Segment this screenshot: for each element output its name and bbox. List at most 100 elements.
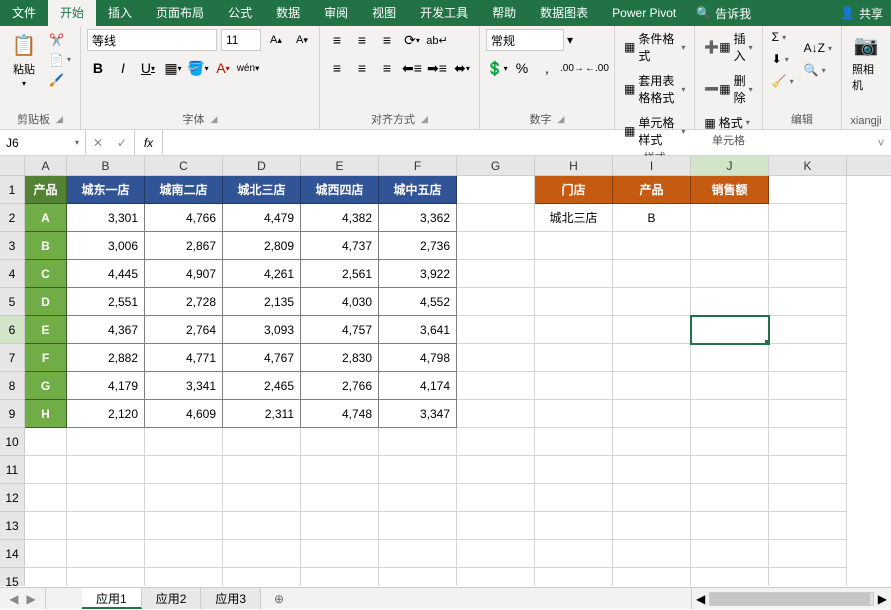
cell[interactable]: 2,830 [301, 344, 379, 372]
cell[interactable] [25, 484, 67, 512]
cell[interactable] [67, 512, 145, 540]
cell[interactable] [535, 232, 613, 260]
cell[interactable] [457, 372, 535, 400]
align-top-button[interactable]: ≡ [326, 29, 348, 51]
cell[interactable]: 产品 [613, 176, 691, 204]
cell[interactable] [67, 540, 145, 568]
tab-formulas[interactable]: 公式 [216, 0, 264, 26]
cell[interactable]: 4,766 [145, 204, 223, 232]
increase-decimal-button[interactable]: .00→ [561, 57, 583, 79]
cell[interactable]: 4,367 [67, 316, 145, 344]
cell[interactable] [457, 456, 535, 484]
cell[interactable]: 4,552 [379, 288, 457, 316]
cell[interactable] [769, 400, 847, 428]
cell[interactable]: 2,311 [223, 400, 301, 428]
cell[interactable] [535, 316, 613, 344]
cell[interactable] [691, 232, 769, 260]
cell[interactable]: 2,551 [67, 288, 145, 316]
paste-button[interactable]: 📋 粘贴 ▾ [6, 29, 42, 90]
cell[interactable] [535, 568, 613, 586]
cell[interactable] [769, 540, 847, 568]
tab-datachart[interactable]: 数据图表 [528, 0, 600, 26]
cell[interactable]: 4,767 [223, 344, 301, 372]
cell[interactable] [613, 484, 691, 512]
cell[interactable] [457, 344, 535, 372]
cell[interactable]: 城北三店 [223, 176, 301, 204]
row-header[interactable]: 6 [0, 316, 25, 344]
cell[interactable]: A [25, 204, 67, 232]
cell[interactable]: 4,737 [301, 232, 379, 260]
cell[interactable] [67, 456, 145, 484]
cell[interactable] [613, 540, 691, 568]
cell[interactable] [457, 400, 535, 428]
cell[interactable]: 4,609 [145, 400, 223, 428]
cell[interactable] [691, 316, 769, 344]
border-button[interactable]: ▦▾ [162, 57, 184, 79]
row-header[interactable]: 2 [0, 204, 25, 232]
cell[interactable] [301, 428, 379, 456]
cell[interactable] [769, 176, 847, 204]
column-header[interactable]: H [535, 156, 613, 175]
tab-powerpivot[interactable]: Power Pivot [600, 0, 688, 26]
decrease-font-button[interactable]: A▾ [291, 29, 313, 51]
cell[interactable]: 4,748 [301, 400, 379, 428]
cell[interactable] [613, 372, 691, 400]
cell[interactable] [769, 372, 847, 400]
cell[interactable]: 产品 [25, 176, 67, 204]
column-header[interactable]: A [25, 156, 67, 175]
cell[interactable] [769, 484, 847, 512]
cell[interactable]: 4,479 [223, 204, 301, 232]
cell[interactable] [769, 344, 847, 372]
align-right-button[interactable]: ≡ [376, 57, 398, 79]
cell[interactable] [613, 260, 691, 288]
row-header[interactable]: 12 [0, 484, 25, 512]
row-header[interactable]: 11 [0, 456, 25, 484]
cell[interactable] [223, 540, 301, 568]
cell[interactable] [301, 456, 379, 484]
cell[interactable] [535, 260, 613, 288]
row-header[interactable]: 14 [0, 540, 25, 568]
cell[interactable]: H [25, 400, 67, 428]
cell[interactable] [535, 344, 613, 372]
fill-button[interactable]: ⬇▾ [769, 51, 797, 67]
cell[interactable]: 3,006 [67, 232, 145, 260]
dialog-launcher-icon[interactable]: ◢ [421, 114, 428, 125]
cell[interactable] [301, 512, 379, 540]
row-header[interactable]: 7 [0, 344, 25, 372]
cell[interactable] [691, 512, 769, 540]
sheet-tab-1[interactable]: 应用1 [82, 588, 142, 609]
cell[interactable]: 3,341 [145, 372, 223, 400]
cell[interactable]: 城北三店 [535, 204, 613, 232]
cell[interactable] [769, 428, 847, 456]
comma-button[interactable]: , [536, 57, 558, 79]
cell[interactable]: 城南二店 [145, 176, 223, 204]
cell[interactable] [535, 288, 613, 316]
cell[interactable]: 4,907 [145, 260, 223, 288]
row-header[interactable]: 5 [0, 288, 25, 316]
cell[interactable]: B [613, 204, 691, 232]
font-name-select[interactable] [87, 29, 217, 51]
cell[interactable]: 2,766 [301, 372, 379, 400]
cell[interactable] [613, 288, 691, 316]
cell[interactable] [691, 372, 769, 400]
cell[interactable] [613, 316, 691, 344]
expand-formula-bar-button[interactable]: ˅ [871, 130, 891, 155]
phonetic-button[interactable]: wén▾ [237, 57, 259, 79]
tell-me[interactable]: 🔍告诉我 [696, 0, 751, 26]
cell[interactable]: G [25, 372, 67, 400]
cell[interactable]: B [25, 232, 67, 260]
tab-home[interactable]: 开始 [48, 0, 96, 26]
column-header[interactable]: D [223, 156, 301, 175]
align-left-button[interactable]: ≡ [326, 57, 348, 79]
row-header[interactable]: 4 [0, 260, 25, 288]
insert-cells-button[interactable]: ➕▦插入▾ [701, 29, 755, 65]
delete-cells-button[interactable]: ➖▦删除▾ [701, 71, 755, 107]
cell[interactable] [25, 512, 67, 540]
cell[interactable] [223, 484, 301, 512]
cell[interactable] [535, 400, 613, 428]
copy-button[interactable]: 📄▾ [46, 52, 74, 68]
cell[interactable] [613, 512, 691, 540]
fx-label[interactable]: fx [135, 130, 163, 155]
cell[interactable] [457, 176, 535, 204]
cell[interactable] [535, 540, 613, 568]
